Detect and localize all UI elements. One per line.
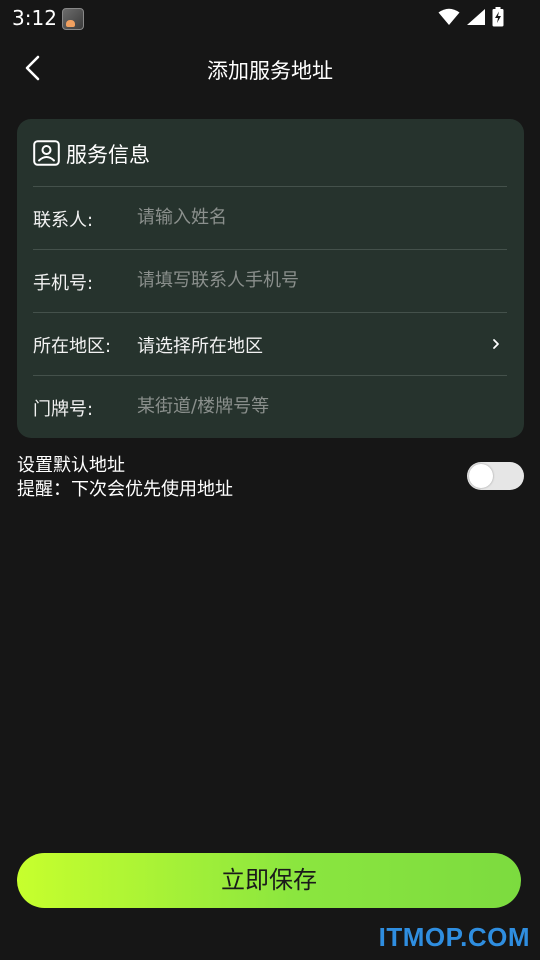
app-notification-icon [62,8,84,30]
page-title: 添加服务地址 [207,59,333,83]
house-number-row: 门牌号: [33,376,507,438]
save-button[interactable]: 立即保存 [17,853,521,908]
region-select-row[interactable]: 所在地区: 请选择所在地区 [33,313,507,376]
battery-charging-icon [492,7,504,27]
contact-name-label: 联系人: [33,210,94,231]
card-title: 服务信息 [66,143,150,167]
phone-label: 手机号: [33,273,94,294]
wifi-icon [438,8,460,25]
region-select-value: 请选择所在地区 [137,336,263,357]
chevron-right-icon [493,339,499,349]
region-label: 所在地区: [33,336,112,357]
card-header: 服务信息 [33,119,507,187]
house-number-input[interactable] [137,390,487,422]
contact-name-row: 联系人: [33,187,507,250]
status-icons [438,7,504,27]
contact-name-input[interactable] [137,201,487,233]
contact-card-icon [33,140,60,166]
status-time: 3:12 [12,6,57,30]
toggle-knob [469,464,493,488]
default-address-hint: 提醒：下次会优先使用地址 [17,479,233,500]
signal-icon [467,9,485,25]
watermark-logo: ITMOP.COM [378,922,530,952]
header: 添加服务地址 [0,36,540,102]
status-bar: 3:12 [0,0,540,36]
default-address-section: 设置默认地址 提醒：下次会优先使用地址 [17,451,524,503]
phone-row: 手机号: [33,250,507,313]
default-address-title: 设置默认地址 [17,455,125,476]
default-address-toggle[interactable] [467,462,524,490]
phone-input[interactable] [137,264,487,296]
service-info-card: 服务信息 联系人: 手机号: 所在地区: 请选择所在地区 门牌号: [17,119,524,438]
house-number-label: 门牌号: [33,399,94,420]
